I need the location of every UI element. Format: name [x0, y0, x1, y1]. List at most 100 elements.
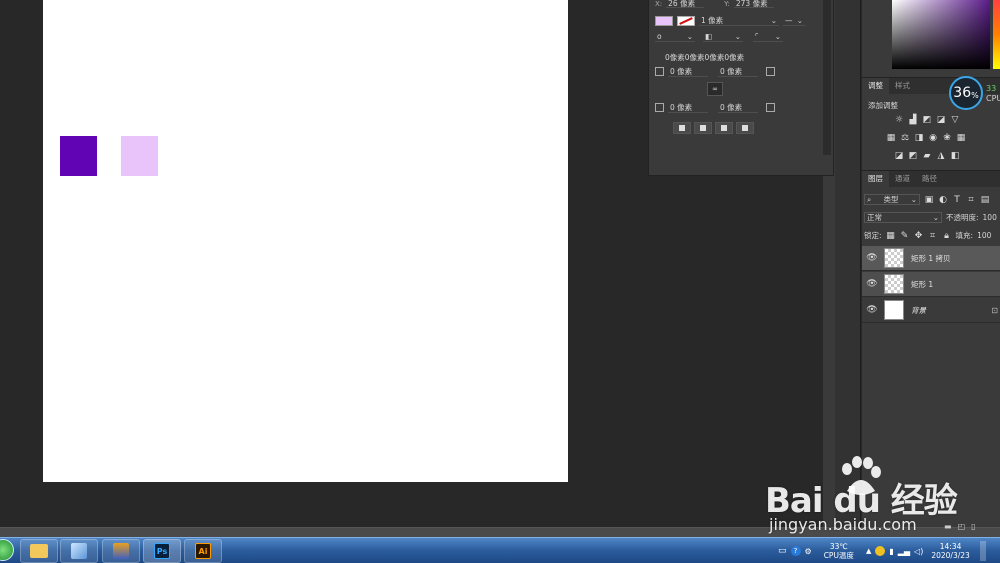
photo-filter-icon[interactable]: ◉ — [928, 133, 938, 143]
y-position-field[interactable]: 273 像素 — [733, 0, 774, 8]
filter-type-icon[interactable]: T — [952, 195, 962, 205]
vibrance-icon[interactable]: ▽ — [950, 115, 960, 125]
explorer-taskbar-button[interactable] — [20, 539, 58, 563]
tab-channels[interactable]: 通道 — [889, 171, 916, 187]
color-balance-icon[interactable]: ⚖ — [900, 133, 910, 143]
canvas-workspace[interactable] — [0, 0, 648, 527]
lock-position-icon[interactable]: ✥ — [914, 231, 924, 241]
path-exclude-button[interactable] — [736, 122, 754, 134]
line-style-icon: — — [785, 15, 793, 25]
path-combine-button[interactable] — [673, 122, 691, 134]
fill-color-swatch[interactable] — [655, 15, 673, 26]
stroke-corner-dropdown[interactable]: ⌜ ⌄ — [753, 31, 783, 42]
eye-icon[interactable]: 👁︎ — [862, 279, 882, 289]
radius-tl-checkbox[interactable] — [655, 67, 664, 76]
hue-saturation-icon[interactable]: ▦ — [886, 133, 896, 143]
tool-taskbar-button[interactable] — [102, 539, 140, 563]
radius-br-field[interactable]: 0 像素 — [718, 102, 758, 113]
selective-color-icon[interactable]: ◧ — [950, 151, 960, 161]
path-intersect-button[interactable] — [715, 122, 733, 134]
layer-row[interactable]: 👁︎ 背景 ⊡ — [862, 298, 1000, 323]
filter-adjustment-icon[interactable]: ◐ — [938, 195, 948, 205]
radius-bl-field[interactable]: 0 像素 — [668, 102, 708, 113]
radius-tr-field[interactable]: 0 像素 — [718, 66, 758, 77]
posterize-icon[interactable]: ◩ — [908, 151, 918, 161]
tray-expand-icon[interactable]: ▲ — [866, 547, 871, 555]
tray-settings-icon[interactable]: ⚙︎ — [805, 547, 812, 556]
path-subtract-button[interactable] — [694, 122, 712, 134]
layer-name: 背景 — [911, 305, 926, 315]
radius-tr-checkbox[interactable] — [766, 67, 775, 76]
tab-layers[interactable]: 图层 — [862, 171, 889, 187]
threshold-icon[interactable]: ▰ — [922, 151, 932, 161]
layer-row[interactable]: 👁︎ 矩形 1 拷贝 — [862, 246, 1000, 271]
rectangle-layer-1-copy[interactable] — [121, 136, 158, 176]
photoshop-taskbar-button[interactable]: Ps — [143, 539, 181, 563]
opacity-value[interactable]: 100 — [983, 213, 997, 222]
black-white-icon[interactable]: ◨ — [914, 133, 924, 143]
filter-smart-icon[interactable]: ▤ — [980, 195, 990, 205]
cpu-temperature[interactable]: 33℃ CPU温度 — [824, 542, 854, 560]
system-tray: ▭ ? ⚙︎ 33℃ CPU温度 ▲ ▮ ▂▄ ◁) 14:34 2020/3/… — [778, 538, 986, 563]
gradient-map-icon[interactable]: ◮ — [936, 151, 946, 161]
illustrator-taskbar-button[interactable]: Ai — [184, 539, 222, 563]
stroke-align-dropdown[interactable]: o ⌄ — [655, 31, 695, 42]
x-position-field[interactable]: 26 像素 — [666, 0, 705, 8]
signal-icon[interactable]: ▂▄ — [898, 547, 910, 556]
app-taskbar-button[interactable] — [60, 539, 98, 563]
document-canvas[interactable] — [43, 0, 568, 482]
levels-icon[interactable]: ▟ — [908, 115, 918, 125]
filter-pixel-icon[interactable]: ▣ — [924, 195, 934, 205]
radius-bl-checkbox[interactable] — [655, 103, 664, 112]
fill-value[interactable]: 100 — [977, 231, 991, 240]
layer-row[interactable]: 👁︎ 矩形 1 — [862, 272, 1000, 297]
volume-icon[interactable]: ◁) — [914, 547, 923, 556]
layer-filter-dropdown[interactable]: ⌕ 类型 ⌄ — [864, 194, 920, 205]
brightness-icon[interactable]: ☼ — [894, 115, 904, 125]
show-desktop-button[interactable] — [979, 541, 986, 561]
stroke-width-dropdown[interactable]: 1 像素 ⌄ — [699, 15, 779, 26]
stroke-type-dropdown[interactable]: — ⌄ — [783, 15, 805, 26]
stroke-cap-dropdown[interactable]: ◧ ⌄ — [703, 31, 743, 42]
tray-app-icon[interactable] — [875, 546, 886, 556]
eye-icon[interactable]: 👁︎ — [862, 253, 882, 263]
link-radii-button[interactable]: ∞ — [707, 82, 723, 96]
rectangle-layer-1[interactable] — [60, 136, 97, 176]
blend-mode-dropdown[interactable]: 正常 ⌄ — [864, 212, 942, 223]
delete-layer-icon[interactable]: ▯ — [971, 522, 975, 531]
cpu-temp-label: CPU温度 — [823, 551, 854, 560]
stroke-cap-icon: ◧ — [705, 31, 713, 41]
network-icon[interactable]: ▮ — [889, 547, 893, 556]
invert-icon[interactable]: ◪ — [894, 151, 904, 161]
tab-styles[interactable]: 样式 — [889, 78, 916, 94]
tab-paths[interactable]: 路径 — [916, 171, 943, 187]
lock-all-icon[interactable]: 🔒︎ — [942, 231, 952, 241]
help-icon[interactable]: ? — [790, 546, 801, 556]
combine-shapes-icon — [679, 125, 685, 131]
illustrator-icon: Ai — [195, 543, 211, 559]
hue-slider[interactable] — [993, 0, 1000, 69]
curves-icon[interactable]: ◩ — [922, 115, 932, 125]
layer-thumbnail — [884, 300, 904, 320]
y-label: Y: — [724, 0, 730, 8]
collapsed-panel-column — [835, 0, 861, 527]
tab-adjustments[interactable]: 调整 — [862, 78, 889, 94]
exposure-icon[interactable]: ◪ — [936, 115, 946, 125]
eye-icon[interactable]: 👁︎ — [862, 305, 882, 315]
properties-scrollbar[interactable] — [823, 0, 831, 155]
keyboard-icon[interactable]: ▭ — [778, 546, 787, 556]
stroke-color-swatch[interactable] — [677, 15, 695, 26]
start-button[interactable] — [0, 539, 14, 561]
radius-br-checkbox[interactable] — [766, 103, 775, 112]
lock-transparent-icon[interactable]: ▦ — [886, 231, 896, 241]
radius-tl-field[interactable]: 0 像素 — [668, 66, 708, 77]
lock-label: 锁定: — [864, 231, 882, 240]
channel-mixer-icon[interactable]: ❀ — [942, 133, 952, 143]
clock[interactable]: 14:34 2020/3/23 — [931, 542, 969, 560]
cpu-usage-badge[interactable]: 36% — [949, 76, 983, 110]
color-picker-field[interactable] — [892, 0, 990, 69]
filter-shape-icon[interactable]: ⌗ — [966, 195, 976, 205]
lock-image-icon[interactable]: ✎ — [900, 231, 910, 241]
lock-artboard-icon[interactable]: ⌗ — [928, 231, 938, 241]
color-lookup-icon[interactable]: ▦ — [956, 133, 966, 143]
